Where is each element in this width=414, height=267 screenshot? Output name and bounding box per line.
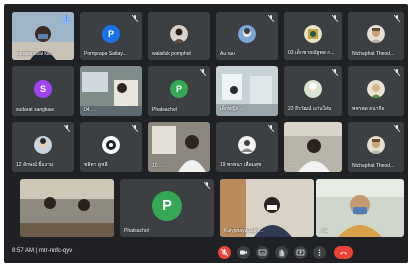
- participant-name: Au rau: [220, 51, 235, 57]
- participant-tile[interactable]: 12 ลักษณ์ ยิ้มงาม: [12, 122, 74, 172]
- avatar: [102, 136, 120, 154]
- captions-icon: [258, 249, 267, 256]
- mic-muted-icon: [332, 15, 338, 22]
- participant-name: Phatsachol: [152, 107, 177, 113]
- participant-name: sudarat sangkaw: [16, 107, 54, 113]
- end-call-icon: [340, 252, 347, 255]
- avatar: P: [152, 191, 182, 221]
- mic-muted-icon: [332, 69, 338, 76]
- participant-name: 19 พรพนา เลื่อมสุข: [220, 162, 262, 168]
- participant-tile[interactable]: Nichaphat Theod...: [348, 12, 404, 60]
- present-button[interactable]: [294, 246, 307, 259]
- control-bar: 8:57 AM | mtr-nnfc-qyv: [4, 242, 408, 263]
- avatar: P: [102, 25, 120, 43]
- participant-name: 04 ...: [84, 107, 96, 113]
- participant-name: ชลิตา ดูหลี: [84, 162, 108, 168]
- more-options-icon: [318, 249, 321, 256]
- mic-off-icon: [220, 248, 229, 257]
- end-call-button[interactable]: [334, 246, 353, 259]
- mic-muted-icon: [200, 69, 206, 76]
- mic-muted-icon: [268, 125, 274, 132]
- participant-tile[interactable]: 10 ...: [148, 122, 210, 172]
- participant-tile[interactable]: You: [316, 179, 404, 237]
- participant-tile[interactable]: ...: [284, 122, 342, 172]
- participant-name: 22 ธีรวัฒน์ แก่นใส่ม: [288, 106, 332, 112]
- more-options-button[interactable]: [313, 246, 326, 259]
- participant-name: เด็กหญิง ...: [220, 106, 244, 112]
- mic-muted-icon: [132, 15, 138, 22]
- avatar: [304, 25, 322, 43]
- avatar: [367, 136, 385, 154]
- participant-name: 10 ...: [152, 163, 164, 169]
- more-options-icon[interactable]: ⋮: [62, 15, 71, 24]
- avatar: [238, 25, 256, 43]
- captions-button[interactable]: [256, 246, 269, 259]
- participant-tile[interactable]: 22 ธีรวัฒน์ แก่นใส่ม: [284, 66, 342, 116]
- participant-tile[interactable]: ⋮ surasanasai ka...: [12, 12, 74, 60]
- camera-icon: [240, 250, 247, 255]
- participant-tile[interactable]: Kaiypnaya Sum...: [220, 179, 314, 237]
- participant-tile[interactable]: 19 พรพนา เลื่อมสุข: [216, 122, 278, 172]
- avatar: P: [170, 80, 188, 98]
- raise-hand-icon: [279, 249, 285, 257]
- avatar: [34, 136, 52, 154]
- participant-name: surasanasai ka...: [16, 51, 54, 57]
- avatar: [238, 136, 256, 154]
- mic-muted-icon: [204, 182, 210, 189]
- participant-tile[interactable]: ชลิตา ดูหลี: [80, 122, 142, 172]
- camera-toggle-button[interactable]: [237, 246, 250, 259]
- participant-name: Kaiypnaya Sum...: [224, 228, 264, 234]
- participant-tile[interactable]: 03 เด็กชายณัฐพล ก...: [284, 12, 342, 60]
- participant-name: walailuk pornphol: [152, 51, 191, 57]
- participant-tile[interactable]: P Pornprapa Sattay...: [80, 12, 142, 60]
- participant-tile[interactable]: P Phatsachol: [148, 66, 210, 116]
- participant-video: [316, 179, 404, 237]
- avatar: [367, 80, 385, 98]
- meeting-time: 8:57 AM: [12, 248, 35, 254]
- separator: |: [35, 248, 38, 254]
- meet-window: ⋮ surasanasai ka... P Pornprapa Sattay..…: [4, 4, 408, 263]
- mic-muted-icon: [394, 15, 400, 22]
- mic-muted-icon: [64, 125, 70, 132]
- mic-muted-icon: [394, 125, 400, 132]
- avatar: [304, 80, 322, 98]
- participant-tile[interactable]: Au rau: [216, 12, 278, 60]
- participant-video: [284, 122, 342, 172]
- mic-muted-icon: [132, 125, 138, 132]
- participant-tile[interactable]: walailuk pornphol: [148, 12, 210, 60]
- avatar: [367, 25, 385, 43]
- participant-tile[interactable]: พชรพล ธนาจีย: [348, 66, 404, 116]
- mic-toggle-button[interactable]: [218, 246, 231, 259]
- participant-video: [20, 179, 114, 237]
- meeting-code: mtr-nnfc-qyv: [38, 248, 73, 254]
- participant-name: Nichaphat Theod...: [352, 51, 395, 57]
- participant-name: 12 ลักษณ์ ยิ้มงาม: [16, 162, 54, 168]
- participant-tile[interactable]: Nichaphat Theod...: [348, 122, 404, 172]
- mic-muted-icon: [394, 69, 400, 76]
- participant-tile[interactable]: S sudarat sangkaw: [12, 66, 74, 116]
- participant-tile[interactable]: [20, 179, 114, 237]
- avatar: [170, 25, 188, 43]
- participant-tile[interactable]: 04 ...: [80, 66, 142, 116]
- present-icon: [296, 249, 305, 256]
- mic-muted-icon: [268, 15, 274, 22]
- participant-name: พชรพล ธนาจีย: [352, 106, 385, 112]
- meeting-info: 8:57 AM | mtr-nnfc-qyv: [12, 248, 72, 254]
- participant-name: Pornprapa Sattay...: [84, 51, 127, 57]
- participant-name: 03 เด็กชายณัฐพล ก...: [288, 50, 335, 56]
- participant-name: You: [320, 228, 329, 234]
- participant-tile[interactable]: เด็กหญิง ...: [216, 66, 278, 116]
- raise-hand-button[interactable]: [275, 246, 288, 259]
- participant-name: ...: [288, 163, 293, 169]
- participant-name: Nichaphat Theod...: [352, 163, 395, 169]
- avatar: S: [34, 80, 52, 98]
- participant-name: Phatsachol: [124, 228, 149, 234]
- participant-tile[interactable]: P Phatsachol: [120, 179, 214, 237]
